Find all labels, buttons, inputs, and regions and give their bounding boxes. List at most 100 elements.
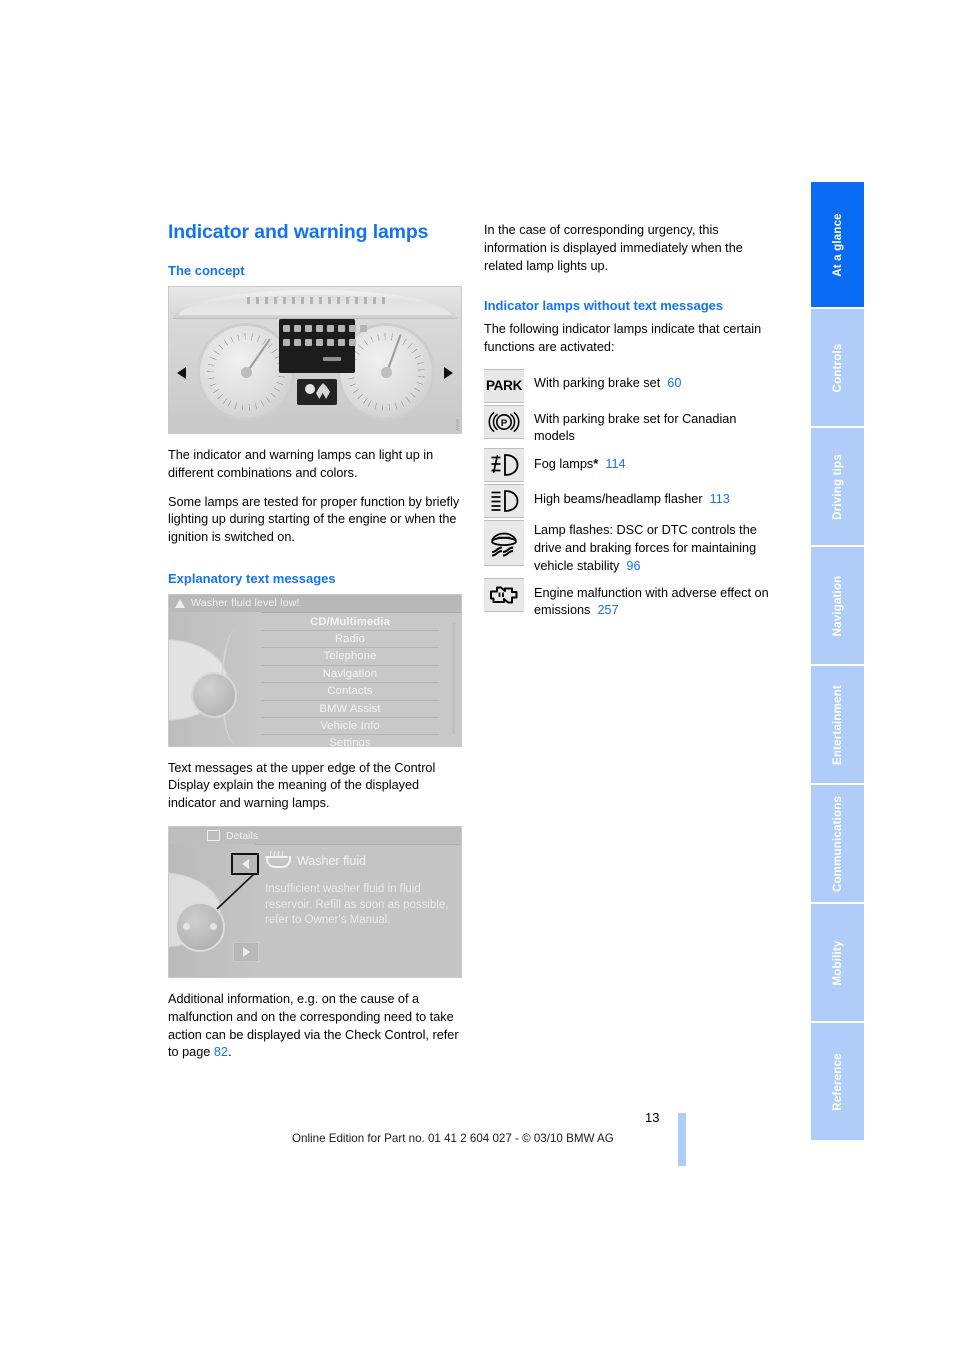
left-arrow-annotation-icon [177,367,186,380]
idrive-menu-figure: Washer fluid level low! CD/Multimedia Ra… [168,593,462,747]
lamp-description: With parking brake set 60 [534,369,780,393]
lamp-description-text: Engine malfunction with adverse effect o… [534,585,769,618]
list-item[interactable]: Radio [261,631,439,649]
tab-label: Mobility [831,939,844,986]
tab-label: Navigation [831,575,844,636]
paragraph-lamp-selftest: Some lamps are tested for proper functio… [168,494,460,545]
heading-the-concept: The concept [168,263,245,279]
page-reference-60[interactable]: 60 [667,376,681,390]
fog-lamp-icon [484,448,524,483]
details-back-button[interactable] [231,853,259,875]
details-forward-button[interactable] [233,942,259,962]
callout-leader-line [213,871,257,913]
cluster-top-markings [247,297,387,305]
details-body-text: Insufficient washer fluid in fluid reser… [265,883,449,926]
telltale-icon [327,339,334,347]
paragraph-additional-info-text: Additional information, e.g. on the caus… [168,992,459,1060]
tab-navigation[interactable]: Navigation [811,547,864,664]
tab-reference[interactable]: Reference [811,1023,864,1140]
telltale-icon [294,325,301,333]
tab-mobility[interactable]: Mobility [811,904,864,1021]
page-reference-113[interactable]: 113 [710,492,730,506]
tab-label: Entertainment [831,684,844,765]
paragraph-text-messages: Text messages at the upper edge of the C… [168,760,436,811]
tab-controls[interactable]: Controls [811,309,864,426]
telltale-icon [349,339,356,347]
page-reference-82[interactable]: 82 [214,1045,228,1059]
parking-brake-canadian-icon: P [484,404,524,439]
park-glyph-label: PARK [485,378,523,394]
lamp-description: Lamp flashes: DSC or DTC controls the dr… [534,520,780,575]
details-title-text: Details [226,829,259,842]
list-item[interactable]: Navigation [261,666,439,684]
optional-equipment-asterisk: * [593,456,599,472]
paragraph-lamp-colors: The indicator and warning lamps can ligh… [168,448,434,480]
list-item[interactable]: Vehicle Info [261,718,439,736]
page-reference-96[interactable]: 96 [626,559,640,573]
telltale-icon [316,339,323,347]
lamp-description-text: Lamp flashes: DSC or DTC controls the dr… [534,523,757,573]
page-number-accent-bar [678,1113,686,1166]
table-row: Engine malfunction with adverse effect o… [484,577,780,621]
telltale-icon [305,339,312,347]
list-item[interactable]: Settings [261,735,439,745]
table-row: High beams/headlamp flasher 113 [484,484,780,519]
details-title-bar: Details [169,827,461,845]
telltale-icon [349,325,356,333]
tab-label: Driving tips [831,453,844,520]
lamp-description: Fog lamps* 114 [534,448,780,474]
triangle-left-icon [241,859,249,869]
page-title: Indicator and warning lamps [168,221,429,243]
knob-dot [183,923,190,930]
telltale-icon [283,325,290,333]
odometer-readout [323,357,341,362]
table-row: Lamp flashes: DSC or DTC controls the dr… [484,520,780,575]
knob-dot [210,923,217,930]
park-text-icon: PARK [484,368,524,403]
paragraph-urgency: In the case of corresponding urgency, th… [484,223,743,273]
list-item[interactable]: Telephone [261,648,439,666]
tab-communications[interactable]: Communications [811,785,864,902]
tab-label: Controls [831,343,844,392]
details-window-icon [207,830,220,841]
list-item[interactable]: CD/Multimedia [261,614,439,631]
washer-fluid-icon [265,851,291,868]
airbag-telltale-box [297,379,337,406]
left-column: Indicator and warning lamps The concept [168,221,464,1073]
cluster-telltale-panel [279,319,367,374]
svg-text:P: P [501,418,508,429]
telltale-icon [338,339,345,347]
tab-entertainment[interactable]: Entertainment [811,666,864,783]
paragraph-additional-info: Additional information, e.g. on the caus… [168,991,464,1062]
telltale-icon [316,325,323,333]
right-arrow-annotation-icon [444,367,453,380]
tab-at-a-glance[interactable]: At a glance [811,182,864,307]
details-item-title: Washer fluid [297,853,367,868]
tachometer-ticks [347,333,425,412]
idrive-status-bar: Washer fluid level low! [169,594,461,613]
lamp-description: With parking brake set for Canadian mode… [534,411,737,444]
page-reference-114[interactable]: 114 [605,457,625,471]
idrive-controller-area [169,611,261,746]
tab-label: At a glance [831,212,844,277]
manual-page: Indicator and warning lamps The concept [0,0,954,1350]
table-row: PARK With parking brake set 60 [484,368,780,403]
lamp-description-text: Fog lamps [534,457,594,472]
page-number: 13 [645,1110,660,1125]
lamp-description-text: With parking brake set [534,375,661,390]
telltale-icon [327,325,334,333]
figure-credit: BMW [455,419,460,432]
tab-driving-tips[interactable]: Driving tips [811,428,864,545]
dsc-dtc-icon [484,520,524,567]
speedometer-ticks [207,333,285,412]
table-row: Fog lamps* 114 [484,448,780,483]
list-item[interactable]: Contacts [261,683,439,701]
lamp-description-text: High beams/headlamp flasher [534,492,703,507]
triangle-right-icon [242,947,250,957]
right-column: In the case of corresponding urgency, th… [484,222,780,622]
section-tab-rail: At a glance Controls Driving tips Naviga… [811,182,864,1142]
lamp-description: High beams/headlamp flasher 113 [534,484,780,509]
heading-lamps-without-text: Indicator lamps without text messages [484,298,724,314]
list-item[interactable]: BMW Assist [261,701,439,718]
page-reference-257[interactable]: 257 [597,603,618,617]
